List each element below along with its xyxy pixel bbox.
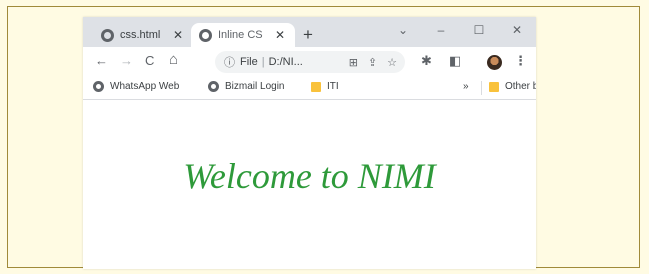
back-arrow-icon[interactable]: ←: [95, 53, 108, 69]
forward-arrow-icon[interactable]: →: [120, 53, 133, 69]
bookmark-label: Other bookmarks: [505, 81, 536, 92]
minimize-button[interactable]: –: [422, 20, 460, 40]
maximize-button[interactable]: ☐: [460, 20, 498, 40]
url-text: D:/NI...: [268, 56, 303, 68]
bookmark-label: WhatsApp Web: [110, 81, 180, 92]
tab-search-icon[interactable]: ⌄: [384, 20, 422, 40]
folder-icon: [311, 81, 321, 92]
window-controls: ⌄ – ☐ ✕: [384, 20, 536, 40]
bookmark-folder-iti[interactable]: ITI: [311, 81, 339, 92]
bookmark-whatsapp-web[interactable]: WhatsApp Web: [93, 81, 179, 92]
bookmark-star-icon[interactable]: ☆: [387, 56, 397, 69]
tab-strip: css.html ✕ Inline CS ✕ + ⌄ – ☐ ✕: [83, 17, 536, 47]
profile-avatar[interactable]: [487, 55, 502, 70]
tab-title: Inline CS: [218, 29, 263, 41]
bookmarks-overflow-button[interactable]: »: [463, 81, 469, 92]
navigation-toolbar: ← → C ⌂ ⓘ File | D:/NI... ⊞ ⇪ ☆ ✱ ◧ ⋮: [83, 47, 536, 77]
browser-window: css.html ✕ Inline CS ✕ + ⌄ – ☐ ✕ ← → C ⌂…: [83, 17, 536, 269]
bookmark-bizmail-login[interactable]: Bizmail Login: [208, 81, 284, 92]
new-tab-button[interactable]: +: [303, 26, 313, 43]
home-icon[interactable]: ⌂: [169, 52, 178, 68]
tab-close-icon[interactable]: ✕: [171, 28, 185, 42]
info-icon[interactable]: ⓘ: [224, 54, 235, 70]
page-viewport: Welcome to NIMI: [83, 100, 536, 269]
globe-icon: [199, 28, 212, 42]
address-bar[interactable]: ⓘ File | D:/NI... ⊞ ⇪ ☆: [215, 51, 405, 73]
tab-close-icon[interactable]: ✕: [273, 28, 287, 42]
share-icon[interactable]: ⇪: [368, 56, 377, 69]
extensions-icon[interactable]: ✱: [421, 53, 432, 69]
tab-css-html[interactable]: css.html ✕: [93, 23, 193, 47]
translate-icon[interactable]: ⊞: [349, 56, 358, 69]
bookmark-label: ITI: [327, 81, 339, 92]
globe-icon: [101, 28, 114, 42]
tab-title: css.html: [120, 29, 161, 41]
bookmarks-divider: [481, 81, 482, 95]
side-panel-icon[interactable]: ◧: [449, 53, 461, 69]
tab-inline-css[interactable]: Inline CS ✕: [191, 23, 295, 47]
url-scheme: File: [240, 56, 258, 68]
page-heading: Welcome to NIMI: [183, 156, 436, 196]
other-bookmarks-folder[interactable]: Other bookmarks: [489, 81, 536, 92]
reload-icon[interactable]: C: [145, 53, 154, 69]
bookmarks-bar: WhatsApp Web Bizmail Login ITI » Other b…: [83, 77, 536, 100]
menu-icon[interactable]: ⋮: [514, 53, 527, 69]
globe-icon: [208, 81, 219, 92]
close-window-button[interactable]: ✕: [498, 20, 536, 40]
folder-icon: [489, 81, 499, 92]
globe-icon: [93, 81, 104, 92]
bookmark-label: Bizmail Login: [225, 81, 285, 92]
